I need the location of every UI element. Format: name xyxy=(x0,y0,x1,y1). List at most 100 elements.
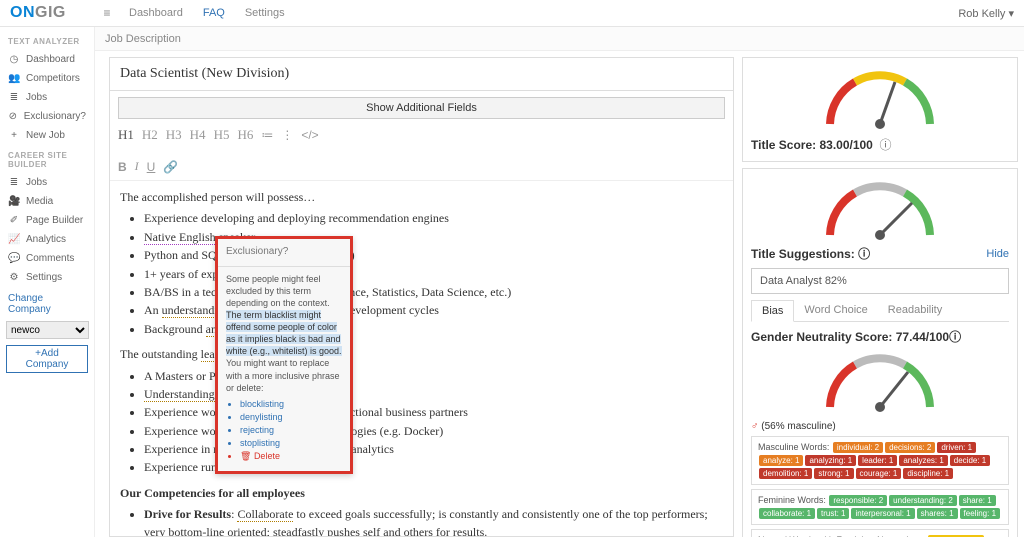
word-pill[interactable]: feeling: 1 xyxy=(960,508,1000,519)
word-pill[interactable]: analyzing: 1 xyxy=(805,455,856,466)
word-pill[interactable]: understanding: 2 xyxy=(889,495,957,506)
hamburger-icon[interactable]: ≡ xyxy=(95,6,119,20)
word-pill[interactable]: leader: 1 xyxy=(858,455,897,466)
h5-button[interactable]: H5 xyxy=(214,127,230,143)
word-pill[interactable]: decide: 1 xyxy=(950,455,990,466)
word-pill[interactable]: analyzes: 1 xyxy=(899,455,947,466)
brand-logo: ONGIG xyxy=(0,4,95,22)
side-ta-competitors[interactable]: 👥Competitors xyxy=(0,69,94,88)
nav-settings[interactable]: Settings xyxy=(235,7,295,19)
link-icon[interactable]: 🔗 xyxy=(163,160,178,174)
sidebar: TEXT ANALYZER ◷Dashboard 👥Competitors ≣J… xyxy=(0,27,95,537)
ul-icon[interactable]: ≔ xyxy=(261,128,273,142)
word-pill[interactable]: responsible: 2 xyxy=(829,495,887,506)
side-ta-exclusionary[interactable]: ⊘Exclusionary? xyxy=(0,107,94,126)
change-company-link[interactable]: Change Company xyxy=(0,287,94,321)
side-csb-media[interactable]: 🎥Media xyxy=(0,192,94,211)
bold-icon[interactable]: B xyxy=(118,160,127,174)
word-pill[interactable]: strong: 1 xyxy=(814,468,853,479)
h2-button[interactable]: H2 xyxy=(142,127,158,143)
editor-panel: Data Scientist (New Division) Show Addit… xyxy=(109,57,734,537)
word-pill[interactable]: shares: 1 xyxy=(917,508,958,519)
section-heading: The accomplished person will possess… xyxy=(120,189,723,206)
word-group: Neutral Words with Feminine Alternatives… xyxy=(751,529,1009,537)
suggest-delete[interactable]: Delete xyxy=(240,450,342,462)
suggest-option[interactable]: denylisting xyxy=(240,411,342,423)
side-ta-newjob[interactable]: +New Job xyxy=(0,126,94,145)
h3-button[interactable]: H3 xyxy=(166,127,182,143)
tab-readability[interactable]: Readability xyxy=(878,300,952,321)
word-pill[interactable]: decisions: 2 xyxy=(885,442,935,453)
sidebar-head-csb: CAREER SITE BUILDER xyxy=(0,145,94,173)
info-icon[interactable]: ⓘ xyxy=(858,247,870,261)
company-select[interactable]: newco xyxy=(6,321,89,339)
title-suggestions-card: Title Suggestions: ⓘ Hide Data Analyst 8… xyxy=(742,168,1018,537)
word-pill[interactable]: share: 1 xyxy=(959,495,996,506)
word-pill[interactable]: interpersonal: 1 xyxy=(851,508,914,519)
hide-link[interactable]: Hide xyxy=(986,248,1009,260)
info-icon[interactable]: ⓘ xyxy=(880,138,892,152)
h4-button[interactable]: H4 xyxy=(190,127,206,143)
code-icon[interactable]: </> xyxy=(301,128,318,142)
title-score-gauge xyxy=(820,64,940,134)
word-pill[interactable]: collaborate: 1 xyxy=(759,508,815,519)
nav-dashboard[interactable]: Dashboard xyxy=(119,7,193,19)
info-icon[interactable]: ⓘ xyxy=(949,330,961,344)
plus-icon: + xyxy=(8,130,20,141)
word-pill[interactable]: demolition: 1 xyxy=(759,468,812,479)
suggestion-gauge xyxy=(820,175,940,245)
word-group: Feminine Words: responsible: 2understand… xyxy=(751,489,1009,525)
word-pill[interactable]: courage: 1 xyxy=(856,468,902,479)
gear-icon: ⚙ xyxy=(8,272,20,283)
main: Job Description Data Scientist (New Divi… xyxy=(95,27,1024,537)
underline-icon[interactable]: U xyxy=(147,160,156,174)
side-csb-pagebuilder[interactable]: ✐Page Builder xyxy=(0,211,94,230)
user-menu[interactable]: Rob Kelly ▾ xyxy=(958,7,1014,20)
section-heading: The outstanding leader will enjoy… xyxy=(120,346,723,363)
show-fields-button[interactable]: Show Additional Fields xyxy=(118,97,725,119)
top-nav: ONGIG ≡ Dashboard FAQ Settings Rob Kelly… xyxy=(0,0,1024,27)
word-pill[interactable]: trust: 1 xyxy=(817,508,849,519)
word-pill[interactable]: individual: 2 xyxy=(833,442,883,453)
h6-button[interactable]: H6 xyxy=(237,127,253,143)
word-pill[interactable]: driven: 1 xyxy=(937,442,976,453)
sidebar-head-ta: TEXT ANALYZER xyxy=(0,31,94,50)
breadcrumb: Job Description xyxy=(95,27,1024,51)
italic-icon[interactable]: I xyxy=(135,159,139,174)
camera-icon: 🎥 xyxy=(8,196,20,207)
people-icon: 👥 xyxy=(8,73,20,84)
gender-gauge xyxy=(820,347,940,417)
word-pill[interactable]: analyze: 1 xyxy=(759,455,803,466)
ol-icon[interactable]: ⋮ xyxy=(281,128,293,142)
h1-button[interactable]: H1 xyxy=(118,127,134,143)
side-ta-jobs[interactable]: ≣Jobs xyxy=(0,88,94,107)
magic-icon: ✐ xyxy=(8,215,20,226)
suggestion-item[interactable]: Data Analyst 82% xyxy=(751,268,1009,294)
title-score-card: Title Score: 83.00/100 ⓘ xyxy=(742,57,1018,162)
job-title: Data Scientist (New Division) xyxy=(110,58,733,91)
tabs: Bias Word Choice Readability xyxy=(751,300,1009,322)
list-item: Drive for Results: Collaborate to exceed… xyxy=(144,506,723,536)
suggest-option[interactable]: blocklisting xyxy=(240,398,342,410)
editor-body[interactable]: The accomplished person will possess… Ex… xyxy=(110,181,733,536)
ban-icon: ⊘ xyxy=(8,111,18,122)
side-csb-analytics[interactable]: 📈Analytics xyxy=(0,230,94,249)
suggest-option[interactable]: stoplisting xyxy=(240,437,342,449)
suggest-option[interactable]: rejecting xyxy=(240,424,342,436)
gauge-icon: ◷ xyxy=(8,54,20,65)
nav-faq[interactable]: FAQ xyxy=(193,7,235,19)
side-csb-settings[interactable]: ⚙Settings xyxy=(0,268,94,287)
editor-toolbar: H1 H2 H3 H4 H5 H6 ≔ ⋮ </> B I U 🔗 xyxy=(110,125,733,181)
tab-wordchoice[interactable]: Word Choice xyxy=(794,300,877,321)
tab-bias[interactable]: Bias xyxy=(751,300,794,322)
side-ta-dashboard[interactable]: ◷Dashboard xyxy=(0,50,94,69)
chart-icon: 📈 xyxy=(8,234,20,245)
male-icon: ♂ xyxy=(751,421,759,432)
word-group: Masculine Words: individual: 2decisions:… xyxy=(751,436,1009,485)
side-csb-jobs[interactable]: ≣Jobs xyxy=(0,173,94,192)
add-company-button[interactable]: +Add Company xyxy=(6,345,88,373)
right-panel: Title Score: 83.00/100 ⓘ xyxy=(742,57,1018,537)
side-csb-comments[interactable]: 💬Comments xyxy=(0,249,94,268)
word-pill[interactable]: discipline: 1 xyxy=(903,468,953,479)
tooltip-title: Exclusionary? xyxy=(218,239,350,267)
